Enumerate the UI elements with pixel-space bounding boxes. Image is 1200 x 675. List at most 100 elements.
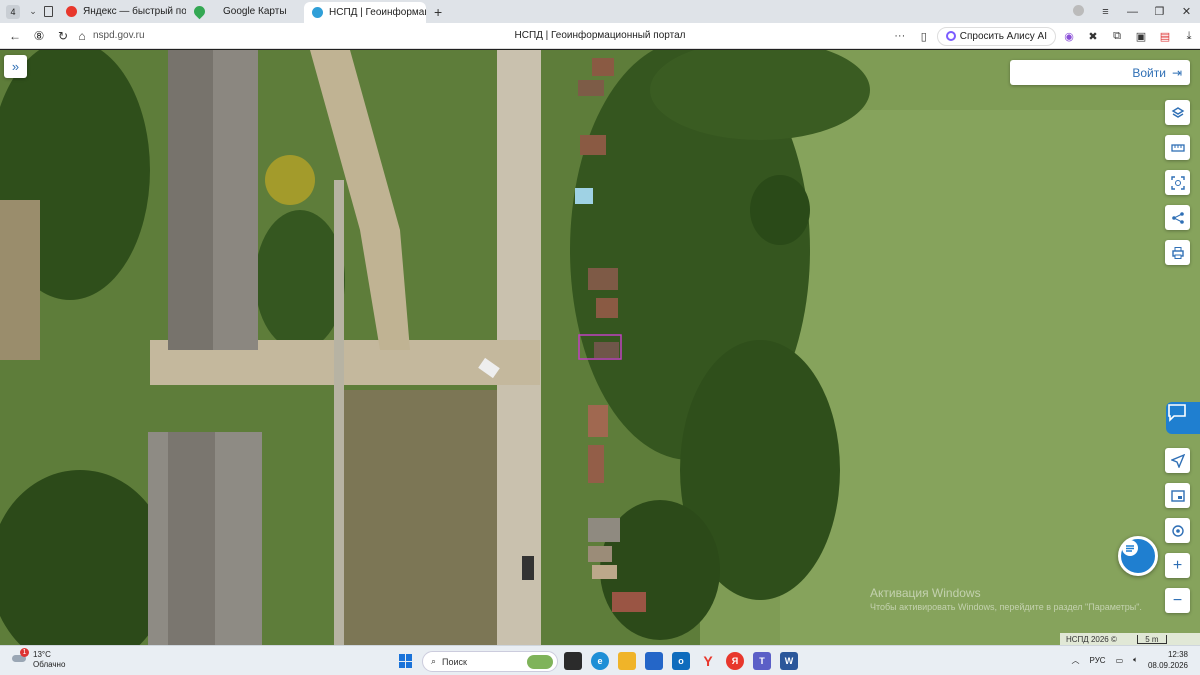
tab-list-chevron-icon[interactable]: ⌄	[24, 6, 42, 17]
yandex-icon[interactable]: Я	[726, 652, 744, 670]
weather-widget[interactable]: 1 13°C Облачно	[12, 648, 66, 670]
navigation-arrow-icon	[1170, 453, 1185, 468]
taskbar-search[interactable]: ⌕ Поиск	[422, 651, 558, 672]
print-button[interactable]	[1165, 240, 1190, 265]
login-button[interactable]: Войти ⇥	[1010, 60, 1190, 85]
chat-lines-icon	[1122, 540, 1138, 556]
volume-icon[interactable]: 🔈︎	[1133, 655, 1138, 665]
task-view-icon[interactable]	[564, 652, 582, 670]
temperature: 13°C	[33, 650, 51, 659]
menu-icon[interactable]: ≡	[1092, 6, 1119, 18]
alice-icon	[945, 31, 956, 41]
select-area-button[interactable]	[1165, 170, 1190, 195]
teams-icon[interactable]: T	[753, 652, 771, 670]
tools-icon[interactable]: ✖	[1082, 30, 1104, 43]
date: 08.09.2026	[1147, 661, 1188, 670]
minus-icon: −	[1172, 591, 1183, 609]
weather-description: Облачно	[33, 660, 66, 669]
lock-icon: ⌂	[78, 28, 86, 43]
windows-logo-icon	[399, 654, 405, 661]
search-icon: ⌕	[431, 656, 437, 666]
assistant-side-tab[interactable]	[1166, 402, 1200, 434]
yandex-shield-icon[interactable]: ⑧	[27, 29, 51, 43]
zoom-in-button[interactable]: +	[1165, 553, 1190, 578]
record-icon[interactable]: ◉	[1058, 30, 1080, 43]
login-label: Войти	[1132, 65, 1166, 80]
page-icon[interactable]	[42, 0, 58, 23]
tab-nspd[interactable]: НСПД | Геоинформаци ✕	[304, 2, 426, 23]
locate-button[interactable]	[1165, 518, 1190, 543]
select-area-icon	[1170, 175, 1185, 190]
target-icon	[1171, 524, 1184, 537]
tray-chevron-icon[interactable]: ︿	[1072, 655, 1080, 666]
store-icon[interactable]	[645, 652, 663, 670]
minimap-button[interactable]	[1165, 483, 1190, 508]
layers-icon	[1171, 106, 1184, 118]
chat-button[interactable]	[1118, 536, 1158, 576]
window-controls: ≡ — ❐ ✕	[1065, 0, 1200, 23]
measure-button[interactable]	[1165, 135, 1190, 160]
satellite-map[interactable]: » Войти ⇥ + − Активация Windows Чтобы ак…	[0, 50, 1200, 645]
search-placeholder: Поиск	[442, 656, 467, 667]
windows-taskbar: 1 13°C Облачно ⌕ Поиск e o Y Я T W ︿ РУС…	[0, 645, 1200, 675]
tab-label: Google Карты	[223, 6, 287, 17]
watermark-text: Чтобы активировать Windows, перейдите в …	[870, 602, 1142, 612]
time: 12:38	[1167, 650, 1188, 659]
language-indicator[interactable]: РУС	[1090, 656, 1106, 665]
cloud-icon: 1	[12, 648, 29, 664]
speech-bubble-icon	[1168, 404, 1186, 422]
notification-badge: 1	[20, 648, 29, 657]
reload-icon[interactable]: ↻	[51, 29, 75, 43]
alice-label: Спросить Алису AI	[959, 30, 1047, 42]
edge-icon[interactable]: e	[591, 652, 609, 670]
system-tray: ︿ РУС ▭ 🔈︎ 12:38 08.09.2026	[1072, 649, 1188, 671]
collections-icon[interactable]: ▣	[1130, 30, 1152, 43]
nspd-favicon-icon	[312, 7, 323, 18]
tab-yandex[interactable]: Яндекс — быстрый поиск	[58, 0, 186, 23]
more-dots-icon[interactable]: ···	[889, 30, 911, 42]
tab-google-maps[interactable]: Google Карты	[186, 0, 304, 23]
geolocation-button[interactable]	[1165, 448, 1190, 473]
layers-button[interactable]	[1165, 100, 1190, 125]
new-tab-button[interactable]: +	[434, 4, 442, 20]
profile-icon[interactable]	[1065, 4, 1092, 19]
pinned-apps: e o Y Я T W	[564, 652, 798, 670]
plus-icon: +	[1172, 556, 1183, 574]
login-arrow-icon: ⇥	[1171, 65, 1182, 80]
scale-bar: 5 m	[1136, 634, 1167, 644]
ruler-icon	[1170, 143, 1185, 152]
start-button[interactable]	[399, 654, 413, 668]
network-icon[interactable]: ▭	[1116, 656, 1124, 665]
tab-count-badge[interactable]: 4	[6, 4, 20, 19]
share-button[interactable]	[1165, 205, 1190, 230]
url-field[interactable]: nspd.gov.ru	[93, 30, 145, 41]
map-attribution: НСПД 2026 © 5 m	[1060, 633, 1200, 645]
yandex-browser-icon[interactable]: Y	[699, 652, 717, 670]
file-explorer-icon[interactable]	[618, 652, 636, 670]
tab-label: НСПД | Геоинформаци	[329, 7, 426, 18]
bookmark-icon[interactable]: ▯	[913, 30, 935, 43]
word-icon[interactable]: W	[780, 652, 798, 670]
downloads-icon[interactable]: ⤓	[1178, 30, 1200, 43]
outlook-icon[interactable]: o	[672, 652, 690, 670]
restore-icon[interactable]: ❐	[1146, 5, 1173, 18]
google-maps-favicon-icon	[191, 3, 208, 20]
copyright-text: НСПД 2026 ©	[1066, 634, 1117, 644]
yandex-favicon-icon	[66, 6, 77, 17]
clock[interactable]: 12:38 08.09.2026	[1148, 649, 1188, 671]
close-window-icon[interactable]: ✕	[1173, 5, 1200, 18]
printer-icon	[1171, 246, 1184, 259]
adblock-icon[interactable]: ▤	[1154, 30, 1176, 43]
extensions-puzzle-icon[interactable]: ⧉	[1106, 30, 1128, 43]
expand-panel-button[interactable]: »	[4, 55, 27, 78]
zoom-out-button[interactable]: −	[1165, 588, 1190, 613]
address-bar: НСПД | Геоинформационный портал ← ⑧ ↻ ⌂ …	[0, 23, 1200, 49]
ask-alice-button[interactable]: Спросить Алису AI	[936, 26, 1056, 46]
satellite-imagery	[0, 50, 1200, 645]
watermark-title: Активация Windows	[870, 586, 981, 600]
share-icon	[1171, 211, 1184, 224]
minimap-icon	[1170, 489, 1185, 502]
back-arrow-icon[interactable]: ←	[3, 29, 27, 43]
minimize-icon[interactable]: —	[1119, 6, 1146, 18]
windows-activation-watermark: Активация Windows Чтобы активировать Win…	[870, 586, 1142, 614]
